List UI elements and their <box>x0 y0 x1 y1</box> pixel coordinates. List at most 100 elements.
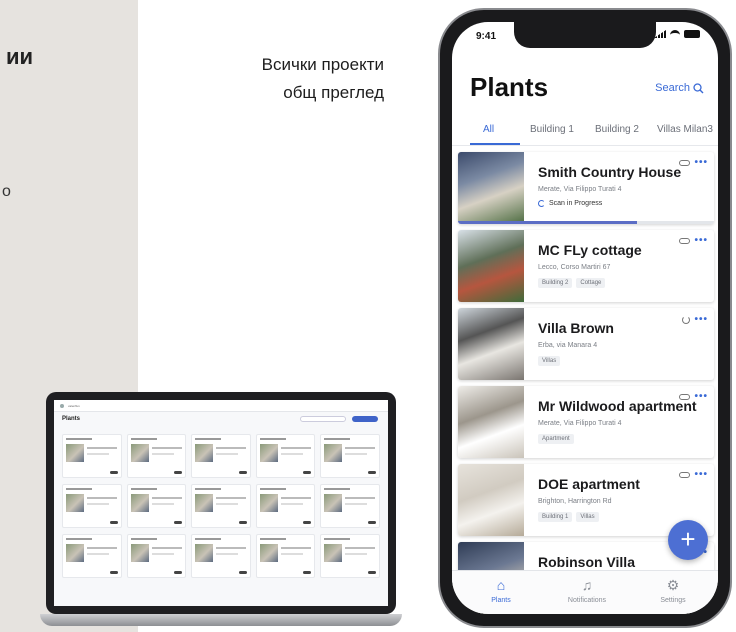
laptop-card-ph <box>66 444 84 462</box>
plant-tags: Apartment <box>538 434 574 444</box>
bell-icon: ♫ <box>581 577 593 593</box>
laptop-search-input[interactable] <box>300 416 346 422</box>
laptop-card-ln <box>195 538 222 540</box>
laptop-base <box>40 614 402 626</box>
signal-icon <box>654 30 666 38</box>
laptop-card-ln2 <box>345 547 376 549</box>
tabbar-item-plants[interactable]: ⌂ Plants <box>466 577 536 604</box>
laptop-plant-card[interactable] <box>126 434 187 478</box>
plant-photo <box>458 152 524 224</box>
laptop-plant-card[interactable] <box>126 534 187 578</box>
plant-card[interactable]: Mr Wildwood apartment Merate, Via Filippo… <box>458 386 714 458</box>
laptop-plant-card[interactable] <box>191 484 251 528</box>
laptop-plant-card[interactable] <box>191 534 251 578</box>
plant-card[interactable]: Villa Brown Erba, via Manara 4 Villas ••• <box>458 308 714 380</box>
plant-card[interactable]: Smith Country House Merate, Via Filippo T… <box>458 152 714 224</box>
laptop-plant-card[interactable] <box>126 484 187 528</box>
phone-screen: 9:41 Plants Search All Building 1 Buildi… <box>452 22 718 614</box>
plant-tag: Villas <box>576 512 599 522</box>
tabbar-label: Notifications <box>567 597 607 604</box>
tabbar-label: Plants <box>491 597 511 604</box>
laptop-brand: valenflux <box>68 403 80 408</box>
laptop-card-ln3 <box>280 553 303 555</box>
scan-progress-bar <box>458 221 714 224</box>
more-options-icon[interactable]: ••• <box>694 315 708 325</box>
laptop-card-ln3 <box>345 553 368 555</box>
tab-all[interactable]: All <box>483 124 494 135</box>
plants-icon: ⌂ <box>496 577 506 593</box>
plant-photo <box>458 230 524 302</box>
laptop-card-ln2 <box>345 447 376 449</box>
more-options-icon[interactable]: ••• <box>694 236 708 246</box>
add-plant-button[interactable]: + <box>668 520 708 560</box>
laptop-card-ln2 <box>280 497 311 499</box>
card-actions: ••• <box>679 470 708 480</box>
scan-progress-fill <box>458 221 638 224</box>
laptop-plant-card[interactable] <box>62 484 122 528</box>
laptop-screen: valenflux Plants <box>54 400 388 606</box>
page-title: Plants <box>470 72 549 102</box>
laptop-card-ln <box>324 438 351 440</box>
laptop-card-ln <box>66 538 92 540</box>
tab-villas-milan[interactable]: Villas Milan3 <box>657 124 713 135</box>
laptop-plant-card[interactable] <box>255 484 316 528</box>
laptop-plant-card[interactable] <box>320 534 380 578</box>
caption-line-2: общ преглед <box>283 83 384 102</box>
laptop-card-ln3 <box>216 453 239 455</box>
plant-tags: Building 2 Cottage <box>538 278 606 288</box>
scan-status-label: Scan in Progress <box>549 200 603 207</box>
plant-tag: Building 1 <box>538 512 573 522</box>
laptop-card-dots <box>367 521 376 524</box>
laptop-card-ln3 <box>345 453 368 455</box>
laptop-card-ln3 <box>280 503 303 505</box>
sync-icon <box>682 316 691 324</box>
laptop-card-ph <box>259 444 278 462</box>
plant-tags: Building 1 Villas <box>538 512 599 522</box>
laptop-card-ln2 <box>216 447 247 449</box>
more-options-icon[interactable]: ••• <box>694 392 708 402</box>
laptop-plant-card[interactable] <box>62 534 122 578</box>
scan-status: Scan in Progress <box>538 200 602 207</box>
laptop-card-ln2 <box>87 447 117 449</box>
laptop-card-grid <box>62 434 380 578</box>
laptop-card-dots <box>367 471 376 474</box>
status-time: 9:41 <box>476 31 497 42</box>
active-tab-indicator <box>470 143 520 145</box>
laptop-card-ln2 <box>151 547 182 549</box>
plant-photo <box>458 464 524 536</box>
plant-photo <box>458 386 524 458</box>
plant-tags: Villas <box>538 356 561 366</box>
more-options-icon[interactable]: ••• <box>694 470 708 480</box>
search-button[interactable]: Search <box>655 82 704 94</box>
laptop-card-ph <box>324 494 343 512</box>
phone-notch <box>514 22 656 48</box>
plant-title: Smith Country House <box>538 164 682 180</box>
cloud-icon <box>679 160 691 166</box>
laptop-card-ln2 <box>87 497 117 499</box>
plant-address: Erba, via Manara 4 <box>538 342 598 349</box>
tabbar-item-notifications[interactable]: ♫ Notifications <box>552 577 622 604</box>
plant-tag: Building 2 <box>538 278 573 288</box>
laptop-card-ln2 <box>345 497 376 499</box>
plant-address: Brighton, Harrington Rd <box>538 498 612 505</box>
laptop-plant-card[interactable] <box>320 434 380 478</box>
tab-building-1[interactable]: Building 1 <box>530 124 574 135</box>
laptop-card-ln <box>195 438 222 440</box>
laptop-plant-card[interactable] <box>191 434 251 478</box>
laptop-plant-card[interactable] <box>255 534 316 578</box>
plant-card[interactable]: MC FLy cottage Lecco, Corso Martiri 67 Bui… <box>458 230 714 302</box>
more-options-icon[interactable]: ••• <box>694 158 708 168</box>
laptop-card-ph <box>259 544 278 562</box>
laptop-plant-card[interactable] <box>320 484 380 528</box>
laptop-card-ln <box>66 488 92 490</box>
laptop-card-ln2 <box>87 547 117 549</box>
caption-line-1: Всички проекти <box>261 55 384 74</box>
search-label: Search <box>655 82 690 94</box>
laptop-add-button[interactable] <box>352 416 378 422</box>
laptop-plant-card[interactable] <box>62 434 122 478</box>
laptop-plant-card[interactable] <box>255 434 316 478</box>
laptop-card-ph <box>130 544 149 562</box>
laptop-card-dots <box>109 471 118 474</box>
tab-building-2[interactable]: Building 2 <box>595 124 639 135</box>
tabbar-item-settings[interactable]: ⚙ Settings <box>638 577 708 604</box>
